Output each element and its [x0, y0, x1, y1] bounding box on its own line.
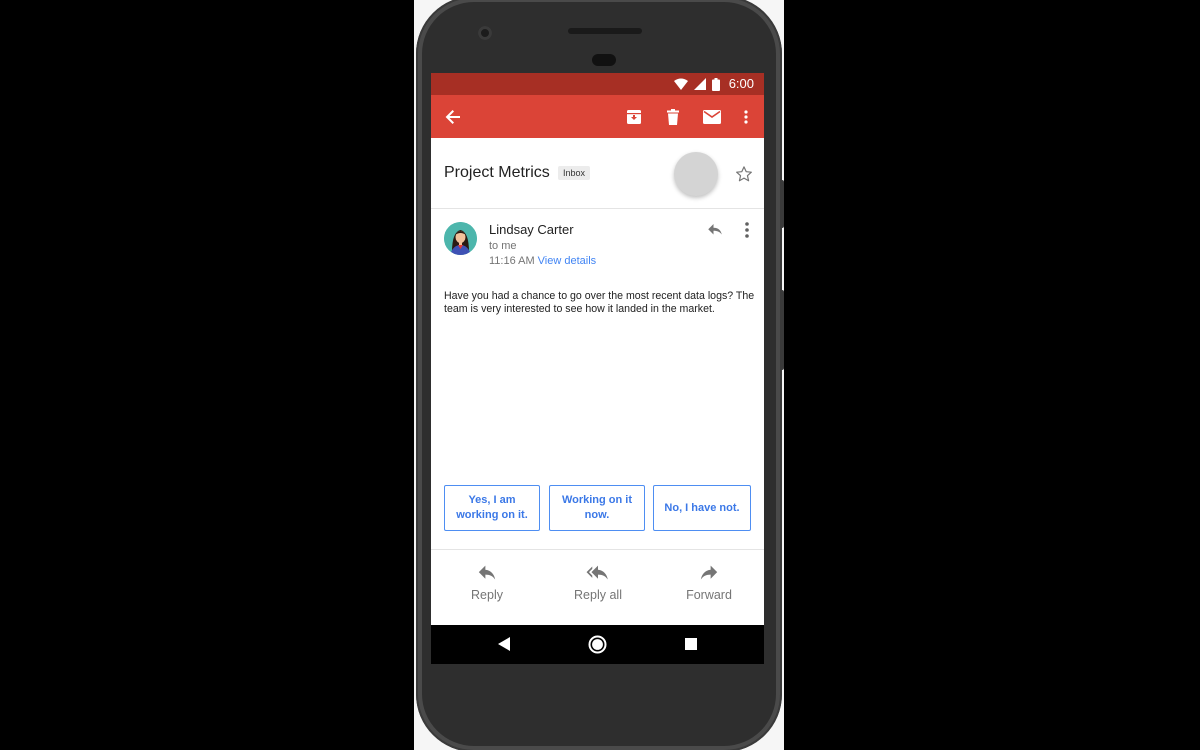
subject-header: Project Metrics Inbox	[431, 138, 764, 209]
recents-square-icon[interactable]	[685, 638, 697, 650]
inbox-label-chip[interactable]: Inbox	[558, 166, 591, 180]
reply-all-button[interactable]: Reply all	[553, 564, 643, 602]
delete-button[interactable]	[661, 105, 685, 129]
back-button[interactable]	[441, 105, 465, 129]
avatar[interactable]	[444, 222, 477, 255]
status-time: 6:00	[728, 76, 754, 91]
status-icons	[674, 77, 720, 91]
back-arrow-icon	[445, 110, 460, 124]
reply-button[interactable]: Reply	[442, 564, 532, 602]
view-details-link[interactable]: View details	[538, 255, 597, 267]
archive-icon	[627, 110, 641, 124]
sender-name: Lindsay Carter	[489, 222, 574, 237]
more-vert-icon[interactable]	[743, 221, 751, 239]
star-icon[interactable]	[735, 165, 753, 183]
battery-icon	[712, 77, 720, 91]
power-button[interactable]	[780, 180, 784, 228]
message-body: Have you had a chance to go over the mos…	[444, 290, 755, 316]
app-bar	[431, 95, 764, 138]
email-subject: Project Metrics	[444, 164, 550, 181]
cellular-signal-icon	[694, 78, 706, 90]
proximity-sensor	[592, 54, 616, 66]
reply-icon	[478, 565, 496, 580]
forward-button[interactable]: Forward	[664, 564, 754, 602]
action-bar: Reply Reply all Forward	[431, 550, 764, 625]
wifi-icon	[674, 78, 688, 90]
mark-unread-icon	[703, 110, 721, 124]
smart-reply-group: Yes, I am working on it. Working on it n…	[444, 485, 752, 533]
earpiece-speaker	[568, 28, 642, 34]
more-options-button[interactable]	[734, 105, 758, 129]
mark-unread-button[interactable]	[700, 105, 724, 129]
volume-button[interactable]	[780, 290, 784, 370]
smart-reply-button[interactable]: No, I have not.	[653, 485, 751, 531]
forward-icon	[700, 565, 718, 580]
delete-icon	[667, 109, 679, 125]
message-time-row: 11:16 AM View details	[489, 255, 596, 267]
recipient-line: to me	[489, 240, 517, 252]
smart-reply-button[interactable]: Working on it now.	[549, 485, 645, 531]
reply-label: Reply	[471, 588, 503, 602]
reply-icon[interactable]	[706, 221, 724, 239]
loading-indicator	[674, 152, 718, 196]
home-circle-icon[interactable]	[588, 635, 607, 654]
status-bar: 6:00	[431, 73, 764, 95]
message-header: Lindsay Carter to me 11:16 AM View detail…	[431, 209, 764, 279]
smart-reply-button[interactable]: Yes, I am working on it.	[444, 485, 540, 531]
more-vert-icon	[744, 110, 748, 124]
sender-avatar-icon	[444, 222, 477, 255]
front-camera	[478, 26, 492, 40]
message-time: 11:16 AM	[489, 255, 535, 267]
reply-all-label: Reply all	[574, 588, 622, 602]
archive-button[interactable]	[622, 105, 646, 129]
forward-label: Forward	[686, 588, 732, 602]
phone-screen: 6:00 Project Metrics Inbox Lindsay Carte…	[431, 73, 764, 664]
android-nav-bar	[431, 625, 764, 664]
back-triangle-icon[interactable]	[497, 636, 511, 652]
reply-all-icon	[586, 565, 608, 580]
